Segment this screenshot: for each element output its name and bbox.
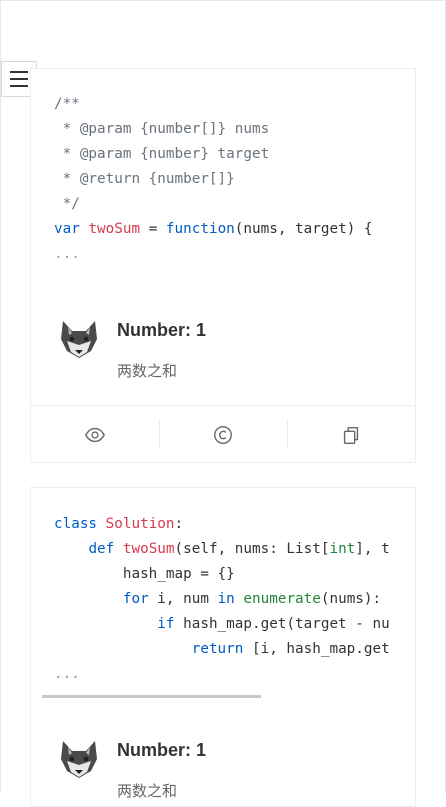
view-button[interactable] xyxy=(31,406,159,462)
card-actions xyxy=(31,405,415,462)
problem-title: 两数之和 xyxy=(117,783,178,800)
eye-icon xyxy=(85,427,105,443)
code-snippet: /** * @param {number[]} nums * @param {n… xyxy=(54,96,373,262)
problem-number: Number: 1 xyxy=(117,320,207,340)
author-row: Number: 1 两数之和 xyxy=(31,734,415,804)
wolf-avatar-icon xyxy=(61,741,97,778)
copyright-icon xyxy=(214,426,232,444)
code-horizontal-scrollbar[interactable] xyxy=(42,695,261,698)
hamburger-icon xyxy=(10,71,28,73)
solution-card-javascript[interactable]: /** * @param {number[]} nums * @param {n… xyxy=(30,68,416,463)
copyright-button[interactable] xyxy=(159,406,287,462)
code-snippet: class Solution: def twoSum(self, nums: L… xyxy=(54,516,390,682)
solution-card-python[interactable]: class Solution: def twoSum(self, nums: L… xyxy=(30,487,416,807)
problem-title: 两数之和 xyxy=(117,363,178,380)
copy-button[interactable] xyxy=(287,406,415,462)
author-row: Number: 1 两数之和 xyxy=(31,314,415,384)
problem-number: Number: 1 xyxy=(117,740,207,760)
wolf-avatar-icon xyxy=(61,321,97,358)
copy-icon xyxy=(343,426,359,444)
